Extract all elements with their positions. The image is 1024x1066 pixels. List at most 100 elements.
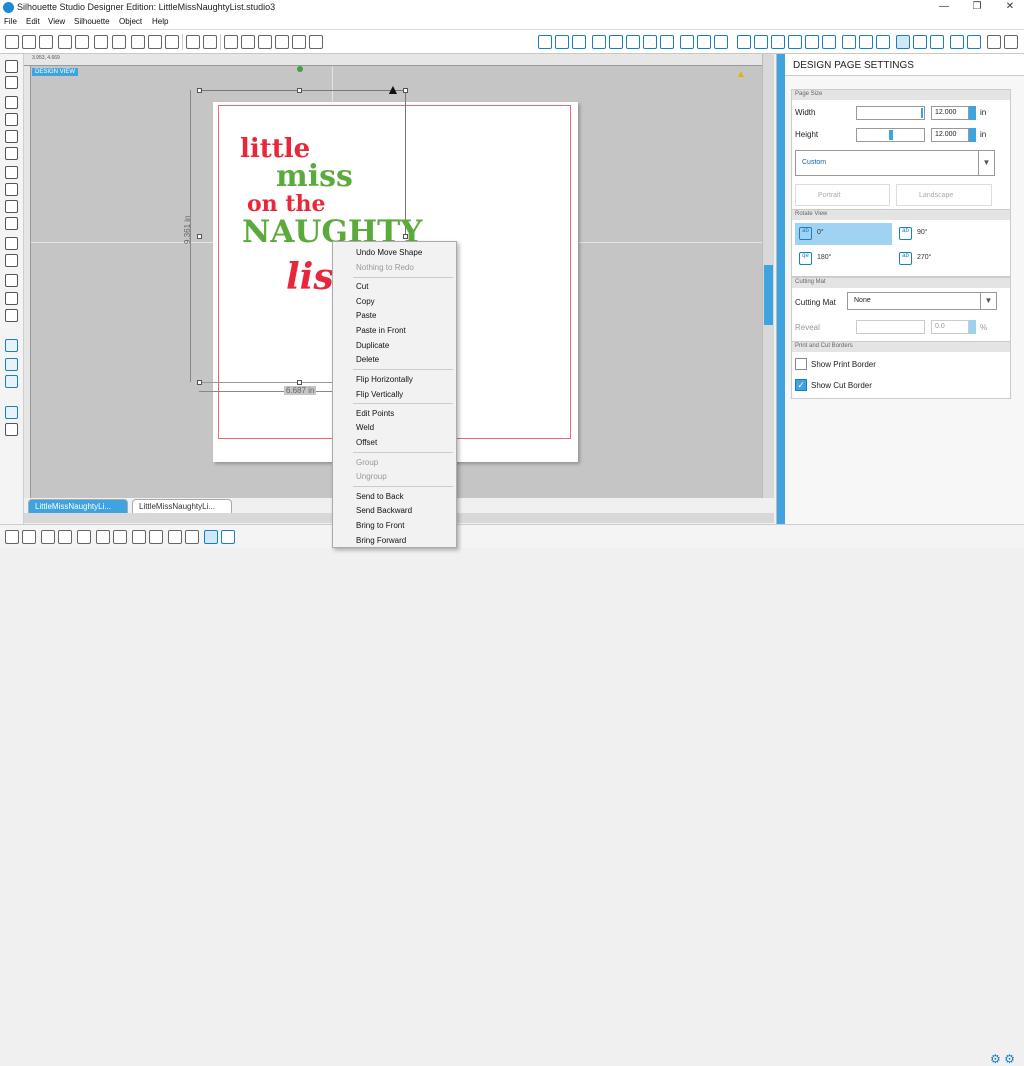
menu-view[interactable]: View bbox=[48, 17, 65, 26]
smooth-freehand-tool-icon[interactable] bbox=[5, 237, 18, 250]
print-cut-icon[interactable] bbox=[112, 35, 126, 49]
rectangle-tool-icon[interactable] bbox=[5, 113, 18, 126]
line-style-icon[interactable] bbox=[660, 35, 674, 49]
vertical-scrollbar[interactable] bbox=[762, 54, 774, 500]
rounded-rect-tool-icon[interactable] bbox=[5, 130, 18, 143]
menu-file[interactable]: File bbox=[4, 17, 17, 26]
rotate-180-option[interactable]: qe 180° bbox=[795, 248, 892, 270]
store-view-icon[interactable] bbox=[5, 375, 18, 388]
pan-hand-icon[interactable] bbox=[224, 35, 238, 49]
resize-handle[interactable] bbox=[403, 88, 408, 93]
paste-icon[interactable] bbox=[148, 35, 162, 49]
menu-item-weld[interactable]: Weld bbox=[356, 423, 374, 432]
reveal-input[interactable]: 0.0 bbox=[931, 320, 969, 334]
panels-icon[interactable] bbox=[5, 423, 18, 436]
menu-item-offset[interactable]: Offset bbox=[356, 438, 377, 447]
fill-color-icon[interactable] bbox=[592, 35, 606, 49]
arc-tool-icon[interactable] bbox=[5, 200, 18, 213]
panel-layout-icon[interactable] bbox=[950, 35, 964, 49]
select-all-icon[interactable] bbox=[5, 530, 19, 544]
menu-item-duplicate[interactable]: Duplicate bbox=[356, 341, 389, 350]
menu-item-copy[interactable]: Copy bbox=[356, 297, 375, 306]
line-tool-icon[interactable] bbox=[5, 96, 18, 109]
knife-icon[interactable] bbox=[788, 35, 802, 49]
curve-tool-icon[interactable] bbox=[5, 183, 18, 196]
menu-item-bring-to-front[interactable]: Bring to Front bbox=[356, 521, 404, 530]
height-slider[interactable] bbox=[856, 128, 925, 142]
new-file-icon[interactable] bbox=[5, 35, 19, 49]
menu-silhouette[interactable]: Silhouette bbox=[74, 17, 110, 26]
design-page-settings-icon[interactable] bbox=[896, 35, 910, 49]
menu-edit[interactable]: Edit bbox=[26, 17, 40, 26]
cutting-mat-dropdown[interactable]: None ▼ bbox=[847, 292, 997, 310]
store-icon[interactable] bbox=[876, 35, 890, 49]
show-cut-border-checkbox[interactable]: ✓ bbox=[795, 379, 807, 391]
menu-item-flip-vertically[interactable]: Flip Vertically bbox=[356, 390, 403, 399]
landscape-button[interactable]: Landscape bbox=[896, 184, 992, 206]
vertical-scroll-thumb[interactable] bbox=[764, 265, 773, 325]
copy-icon[interactable] bbox=[131, 35, 145, 49]
resize-handle[interactable] bbox=[197, 380, 202, 385]
library-view-icon[interactable] bbox=[5, 358, 18, 371]
close-button[interactable]: ✕ bbox=[1000, 1, 1020, 12]
select-by-color-icon[interactable] bbox=[41, 530, 55, 544]
ellipse-tool-icon[interactable] bbox=[5, 147, 18, 160]
height-input[interactable]: 12.000 bbox=[931, 128, 969, 142]
make-compound-icon[interactable] bbox=[132, 530, 146, 544]
menu-item-undo-move-shape[interactable]: Undo Move Shape bbox=[356, 248, 422, 257]
menu-item-send-backward[interactable]: Send Backward bbox=[356, 506, 412, 515]
menu-item-delete[interactable]: Delete bbox=[356, 355, 379, 364]
send-to-silhouette-icon[interactable] bbox=[930, 35, 944, 49]
save-as-icon[interactable] bbox=[75, 35, 89, 49]
zoom-out-icon[interactable] bbox=[258, 35, 272, 49]
fit-to-page-icon[interactable] bbox=[309, 35, 323, 49]
resize-handle[interactable] bbox=[197, 88, 202, 93]
fill-gradient-icon[interactable] bbox=[609, 35, 623, 49]
width-input[interactable]: 12.000 bbox=[931, 106, 969, 120]
menu-item-flip-horizontally[interactable]: Flip Horizontally bbox=[356, 375, 413, 384]
library-icon[interactable] bbox=[859, 35, 873, 49]
redo-icon[interactable] bbox=[203, 35, 217, 49]
save-icon[interactable] bbox=[58, 35, 72, 49]
eraser-icon[interactable] bbox=[987, 35, 1001, 49]
reveal-slider[interactable] bbox=[856, 320, 925, 334]
resize-handle[interactable] bbox=[297, 88, 302, 93]
layers-icon[interactable] bbox=[842, 35, 856, 49]
minimize-button[interactable]: — bbox=[934, 1, 954, 12]
design-view-icon[interactable] bbox=[5, 339, 18, 352]
resize-handle[interactable] bbox=[197, 234, 202, 239]
drag-zoom-icon[interactable] bbox=[275, 35, 289, 49]
height-spinner[interactable] bbox=[969, 128, 976, 142]
zoom-in-icon[interactable] bbox=[241, 35, 255, 49]
grid-settings-icon[interactable] bbox=[538, 35, 552, 49]
select-tool-icon[interactable] bbox=[5, 60, 18, 73]
layers-toggle-icon[interactable] bbox=[1004, 35, 1018, 49]
undo-icon[interactable] bbox=[186, 35, 200, 49]
menu-help[interactable]: Help bbox=[152, 17, 168, 26]
polygon-tool-icon[interactable] bbox=[5, 166, 18, 179]
print-icon[interactable] bbox=[94, 35, 108, 49]
ungroup-icon[interactable] bbox=[113, 530, 127, 544]
transform-icon[interactable] bbox=[714, 35, 728, 49]
open-file-icon[interactable] bbox=[22, 35, 36, 49]
menu-item-bring-forward[interactable]: Bring Forward bbox=[356, 536, 406, 545]
rotate-handle[interactable] bbox=[297, 66, 303, 72]
page-settings-icon[interactable] bbox=[555, 35, 569, 49]
width-spinner[interactable] bbox=[969, 106, 976, 120]
rotate-90-option[interactable]: ab 90° bbox=[895, 223, 992, 245]
mirror-icon[interactable] bbox=[77, 530, 91, 544]
rotate-0-option[interactable]: ab 0° bbox=[795, 223, 892, 245]
cut-icon[interactable] bbox=[165, 35, 179, 49]
sketch-icon[interactable] bbox=[967, 35, 981, 49]
align-icon[interactable] bbox=[680, 35, 694, 49]
print-cut-tool-icon[interactable] bbox=[221, 530, 235, 544]
freehand-tool-icon[interactable] bbox=[5, 217, 18, 230]
maximize-button[interactable]: ❐ bbox=[967, 1, 987, 12]
menu-item-cut[interactable]: Cut bbox=[356, 282, 368, 291]
tab-document-2[interactable]: LittleMissNaughtyLi... ✕ bbox=[132, 499, 232, 520]
menu-item-paste[interactable]: Paste bbox=[356, 311, 376, 320]
trace-tool-icon[interactable] bbox=[204, 530, 218, 544]
trace-icon[interactable] bbox=[822, 35, 836, 49]
deselect-icon[interactable] bbox=[22, 530, 36, 544]
knife-tool-icon[interactable] bbox=[5, 309, 18, 322]
